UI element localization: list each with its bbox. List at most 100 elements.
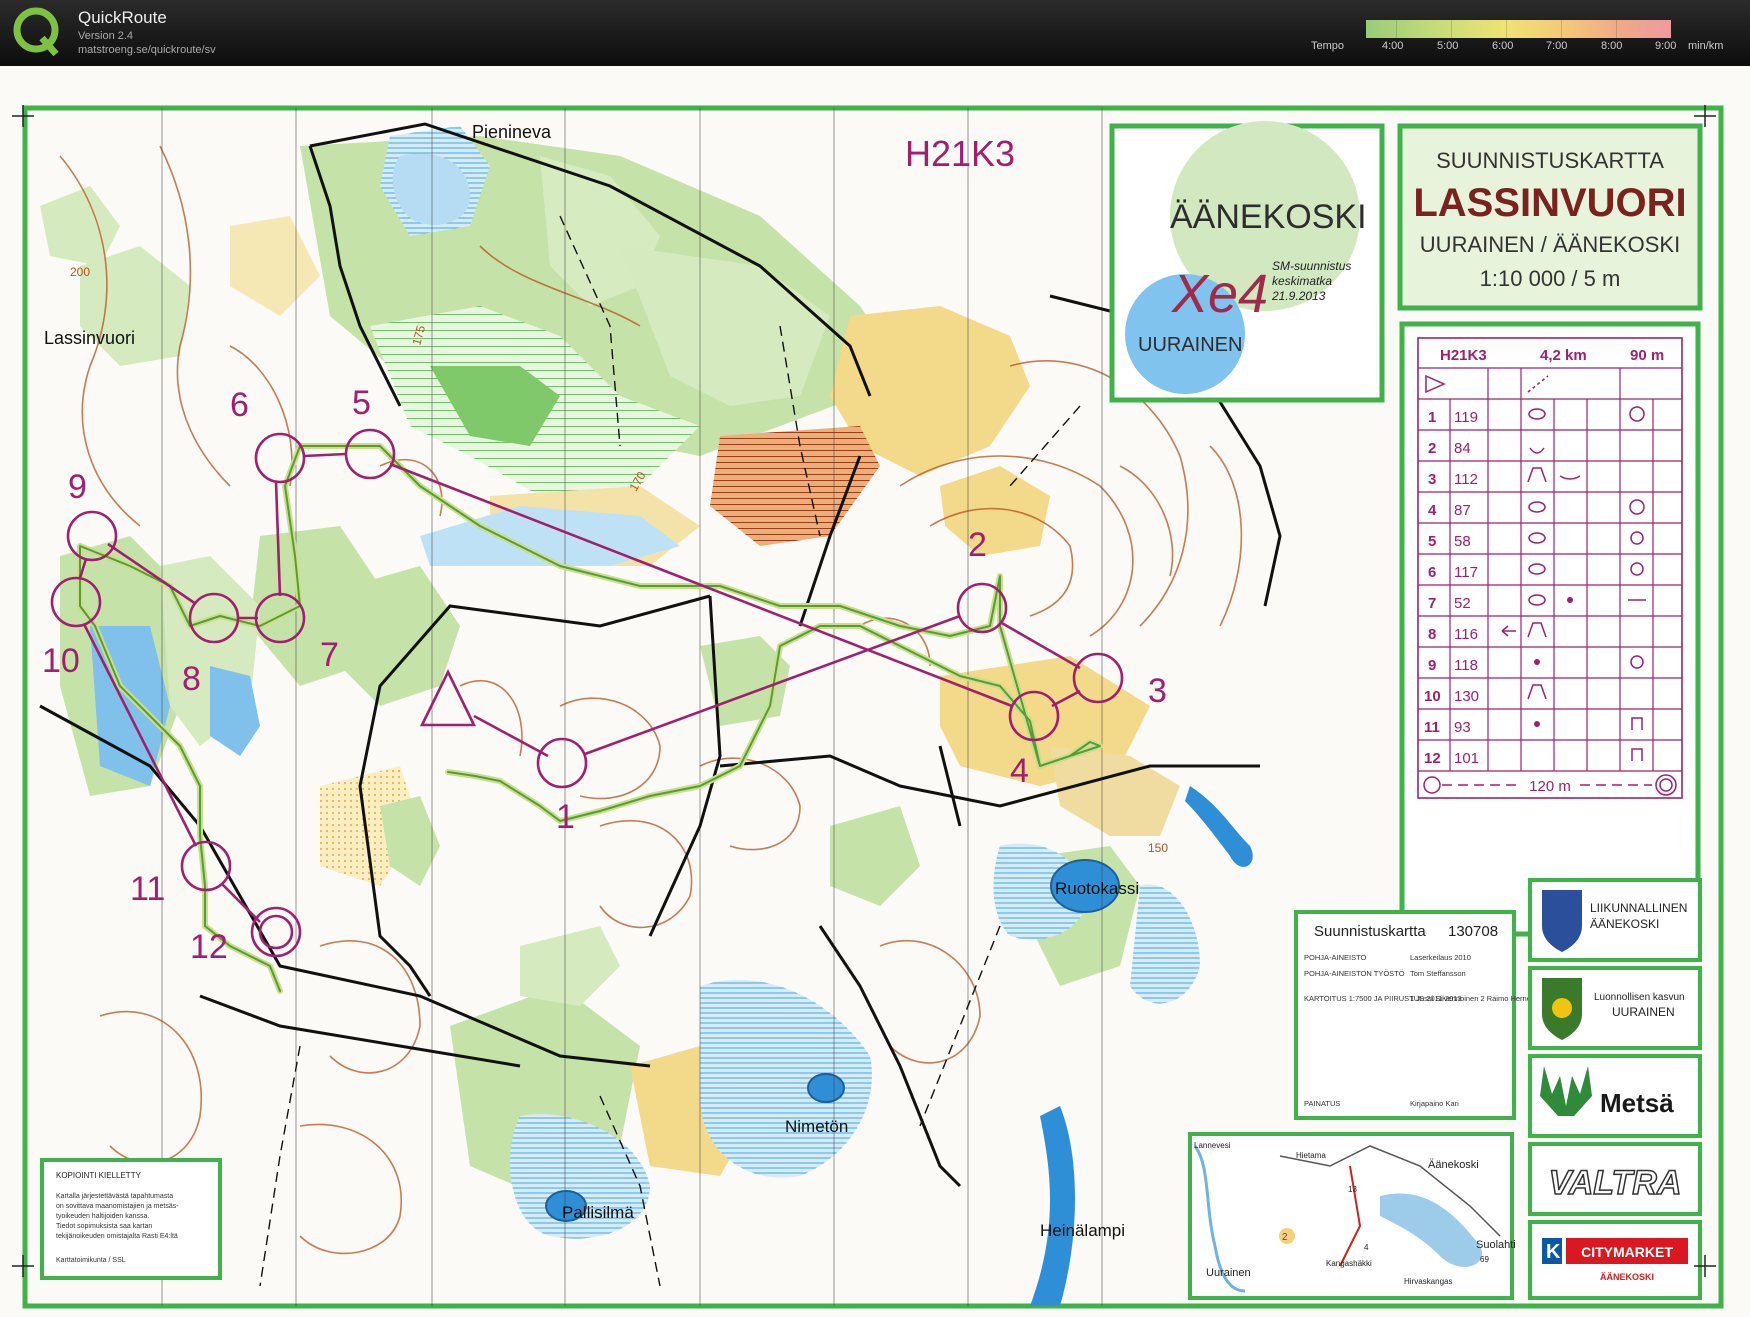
card-finish-distance: 120 m: [1529, 778, 1571, 795]
card-row-number: 12: [1424, 750, 1441, 767]
event-line2: keskimatka: [1272, 274, 1332, 288]
sponsor-luonnollisen-1: Luonnollisen kasvun: [1594, 992, 1685, 1003]
inset-label: Lannevesi: [1194, 1141, 1231, 1150]
info-row-label: POHJA-AINEISTON TYÖSTÖ: [1304, 969, 1405, 978]
place-lassinvuori: Lassinvuori: [44, 328, 135, 348]
control-number-11: 11: [130, 870, 165, 908]
control-number-4: 4: [1010, 752, 1029, 790]
app-version: Version 2.4: [78, 30, 134, 42]
sponsor-metsa: Metsä: [1600, 1088, 1674, 1118]
place-heinalampi: Heinälampi: [1040, 1221, 1125, 1240]
inset-label: Kangashäkki: [1326, 1259, 1372, 1268]
event-logo-box: ÄÄNEKOSKI Xe4 SM-suunnistus keskimatka 2…: [1109, 121, 1385, 403]
uurainen-wheel-icon: [1552, 998, 1572, 1018]
tempo-label: Tempo: [1311, 40, 1345, 52]
card-row-number: 4: [1428, 502, 1437, 519]
tempo-tick: 9:00: [1655, 40, 1677, 52]
card-row-code: 117: [1454, 564, 1478, 581]
place-pienineva: Pienineva: [472, 122, 552, 142]
card-row-code: 112: [1454, 471, 1478, 488]
inset-location-map: 2 Lannevesi Hietama Äänekoski Suolahti U…: [1188, 1132, 1516, 1300]
copyright-title: KOPIOINTI KIELLETTY: [56, 1171, 142, 1180]
card-row-number: 3: [1428, 471, 1436, 488]
card-row-code: 119: [1454, 409, 1478, 426]
sponsor-liikunnallinen-1: LIIKUNNALLINEN: [1590, 901, 1687, 915]
tempo-tick: 5:00: [1437, 40, 1459, 52]
inset-label: Uurainen: [1206, 1267, 1251, 1279]
card-row-code: 52: [1454, 595, 1471, 612]
contour-label-150: 150: [1148, 841, 1168, 855]
tempo-unit: min/km: [1688, 40, 1724, 52]
info-title: Suunnistuskartta: [1314, 923, 1426, 940]
copyright-footer: Karttatoimikunta / SSL: [56, 1257, 126, 1264]
copyright-line: tyoikeuden haltijoiden kanssa.: [56, 1213, 149, 1220]
info-number: 130708: [1448, 923, 1498, 940]
inset-road-number: 4: [1364, 1243, 1369, 1252]
card-row-code: 87: [1454, 502, 1471, 519]
header-scale: 1:10 000 / 5 m: [1480, 266, 1621, 291]
info-row-value: Tom Steffansson: [1410, 969, 1466, 978]
copyright-line: Kartalla järjestettävästä tapahtumasta: [56, 1193, 173, 1200]
app-name: QuickRoute: [78, 8, 167, 27]
event-host: UURAINEN: [1138, 334, 1242, 356]
copyright-line: on sovittava maanomistajien ja metsäs-: [56, 1203, 179, 1210]
card-row-number: 2: [1428, 440, 1436, 457]
inset-label: Hirvaskangas: [1404, 1277, 1452, 1286]
info-row-value: Laserkeilaus 2010: [1410, 953, 1471, 962]
event-line1: SM-suunnistus: [1272, 259, 1351, 273]
card-row-code: 58: [1454, 533, 1471, 550]
inset-marker: 2: [1282, 1232, 1288, 1243]
control-number-8: 8: [182, 660, 201, 698]
tempo-color-scale: [1366, 20, 1671, 38]
map-info-box: Suunnistuskartta 130708 POHJA-AINEISTO L…: [1294, 910, 1550, 1120]
control-number-6: 6: [230, 386, 249, 424]
tempo-tick: 6:00: [1492, 40, 1514, 52]
control-number-3: 3: [1148, 672, 1167, 710]
sponsor-luonnollisen-2: UURAINEN: [1612, 1005, 1675, 1019]
event-town: ÄÄNEKOSKI: [1170, 198, 1367, 236]
control-number-5: 5: [352, 384, 371, 422]
tempo-tick: 8:00: [1601, 40, 1623, 52]
tempo-tick: 7:00: [1546, 40, 1568, 52]
copyright-box: KOPIOINTI KIELLETTY Kartalla järjestettä…: [40, 1158, 222, 1280]
header-line1: SUUNNISTUSKARTTA: [1436, 148, 1664, 173]
control-number-10: 10: [42, 642, 80, 680]
course-title: H21K3: [905, 133, 1015, 174]
quickroute-logo-icon: [13, 7, 59, 57]
inset-label: Hietama: [1296, 1151, 1326, 1160]
sponsor-citymarket: CITYMARKET: [1581, 1244, 1673, 1260]
sponsor-citymarket-sub: ÄÄNEKOSKI: [1600, 1272, 1654, 1282]
quickroute-title-bar: QuickRoute Version 2.4 matstroeng.se/qui…: [0, 0, 1750, 66]
control-number-2: 2: [968, 526, 987, 564]
info-row-label: PAINATUS: [1304, 1099, 1340, 1108]
copyright-line: tekijänoikeuden omistajalta Rasti E4:ltä: [56, 1233, 178, 1240]
sponsor-logos: LIIKUNNALLINEN ÄÄNEKOSKI Luonnollisen ka…: [1528, 878, 1702, 1300]
header-area: UURAINEN / ÄÄNEKOSKI: [1420, 232, 1680, 257]
info-row-value: Kirjapaino Kari: [1410, 1099, 1459, 1108]
control-number-7: 7: [320, 636, 339, 674]
event-date: 21.9.2013: [1271, 289, 1326, 303]
info-row-label: POHJA-AINEISTO: [1304, 953, 1367, 962]
control-number-1: 1: [556, 798, 575, 836]
card-climb: 90 m: [1630, 347, 1664, 364]
card-row-code: 118: [1454, 657, 1478, 674]
card-row-number: 8: [1428, 626, 1436, 643]
card-length: 4,2 km: [1540, 347, 1587, 364]
orienteering-map[interactable]: 1 2 3 4 5 6 7 8 9 10 11 12 H21K3 Pienine…: [0, 66, 1750, 1317]
card-row-number: 5: [1428, 533, 1436, 550]
control-number-9: 9: [68, 468, 87, 506]
card-row-number: 9: [1428, 657, 1436, 674]
app-url[interactable]: matstroeng.se/quickroute/sv: [78, 44, 216, 56]
map-header-box: SUUNNISTUSKARTTA LASSINVUORI UURAINEN / …: [1397, 123, 1703, 311]
inset-road-number: 13: [1348, 1185, 1357, 1194]
header-map-name: LASSINVUORI: [1413, 181, 1686, 225]
place-ruotokassi: Ruotokassi: [1055, 879, 1139, 898]
contour-label-200: 200: [70, 265, 90, 279]
card-row-code: 116: [1454, 626, 1478, 643]
sponsor-liikunnallinen-2: ÄÄNEKOSKI: [1590, 917, 1659, 931]
sponsor-valtra: VALTRA: [1549, 1164, 1682, 1202]
card-course: H21K3: [1440, 347, 1487, 364]
tempo-tick: 4:00: [1382, 40, 1404, 52]
event-logo-letters: Xe4: [1170, 264, 1268, 324]
control-number-12: 12: [190, 928, 228, 966]
